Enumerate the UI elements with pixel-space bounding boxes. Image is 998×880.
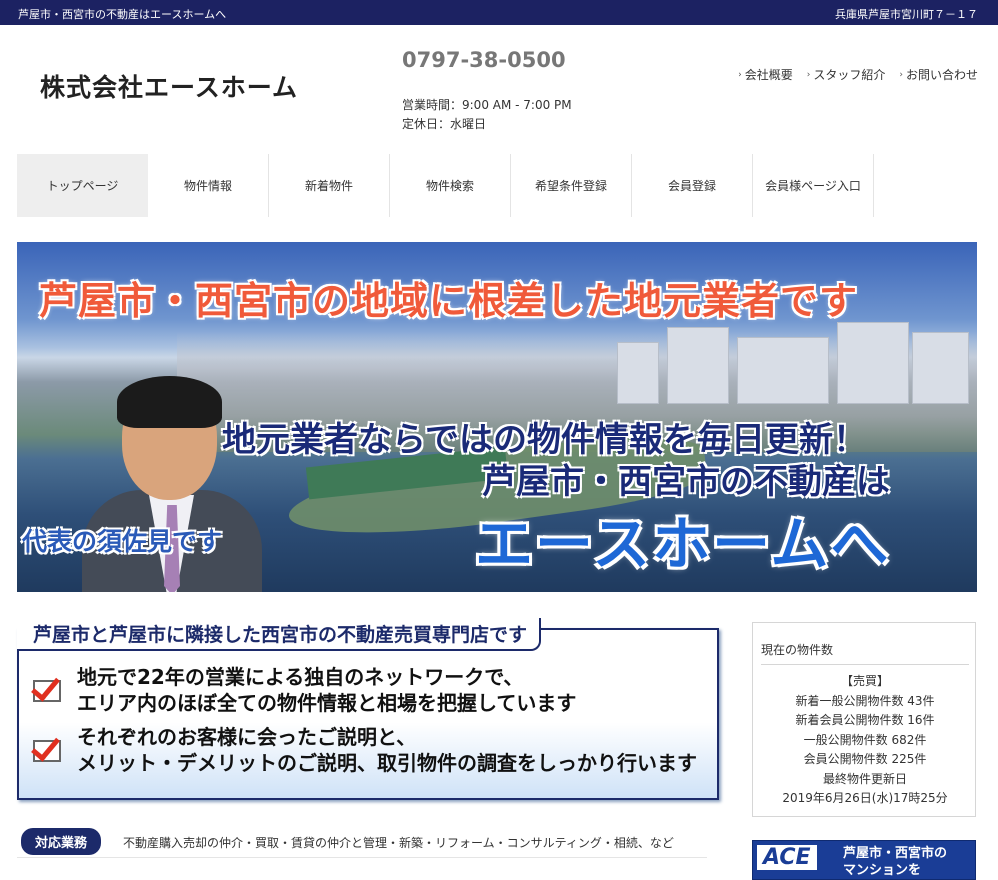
chevron-right-icon: › [899,69,903,80]
feature-item-line2: エリア内のほぼ全ての物件情報と相場を把握しています [77,691,577,715]
property-count-list: 【売買】 新着一般公開物件数 43件 新着会員公開物件数 16件 一般公開物件数… [753,672,977,809]
link-staff[interactable]: › スタッフ紹介 [807,66,886,83]
nav-wish-register[interactable]: 希望条件登録 [511,154,632,217]
link-contact[interactable]: › お問い合わせ [899,66,978,83]
feature-title: 芦屋市と芦屋市に隣接した西宮市の不動産売買専門店です [17,618,542,651]
building-shape [837,322,909,404]
nav-new-properties[interactable]: 新着物件 [269,154,390,217]
services-row: 対応業務 不動産購入売却の仲介・買取・賃貸の仲介と管理・新築・リフォーム・コンサ… [17,827,707,858]
nav-top[interactable]: トップページ [17,154,148,217]
representative-photo [57,310,262,592]
count-line: 【売買】 [840,674,889,688]
link-label: スタッフ紹介 [813,68,886,82]
property-count-title: 現在の物件数 [761,643,834,657]
site-tagline: 芦屋市・西宮市の不動産はエースホームへ [18,8,227,21]
feature-item-line2: メリット・デメリットのご説明、取引物件の調査をしっかり行います [77,751,697,775]
representative-caption: 代表の須佐見です [22,527,223,556]
banner-text: 芦屋市・西宮市の マンションを [843,846,948,878]
header-links: › 会社概要 › スタッフ紹介 › お問い合わせ [738,66,978,83]
hero-banner: 芦屋市・西宮市の地域に根差した地元業者です 地元業者ならではの物件情報を毎日更新… [17,242,977,592]
link-company-overview[interactable]: › 会社概要 [738,66,793,83]
nav-member-register[interactable]: 会員登録 [632,154,753,217]
count-line: 新着会員公開物件数 16件 [795,713,935,727]
hero-line-3: 芦屋市・西宮市の不動産は [482,462,890,502]
feature-item-line1: 地元で22年の営業による独自のネットワークで、 [77,665,524,689]
nav-search[interactable]: 物件検索 [390,154,511,217]
building-shape [617,342,659,404]
address: 兵庫県芦屋市宮川町７－１７ [835,8,978,21]
count-line: 新着一般公開物件数 43件 [795,693,935,708]
services-badge: 対応業務 [21,828,102,855]
divider [761,664,969,665]
ace-logo: ACE [757,845,817,870]
business-hours: 営業時間：9:00 AM - 7:00 PM 定休日：水曜日 [402,96,572,134]
services-description: 不動産購入売却の仲介・買取・賃貸の仲介と管理・新築・リフォーム・コンサルティング… [123,836,674,850]
building-shape [912,332,969,404]
nav-member-page[interactable]: 会員様ページ入口 [753,154,874,217]
link-label: 会社概要 [744,68,793,82]
checkmark-icon [33,740,61,762]
link-label: お問い合わせ [905,68,978,82]
count-line: 一般公開物件数 682件 [803,732,927,747]
checkmark-icon [33,680,61,702]
global-nav: トップページ 物件情報 新着物件 物件検索 希望条件登録 会員登録 会員様ページ… [17,154,910,217]
count-line: 最終物件更新日 [822,771,907,786]
building-shape [737,337,829,404]
hero-line-4: エースホームへ [475,510,891,578]
property-count-box: 現在の物件数 【売買】 新着一般公開物件数 43件 新着会員公開物件数 16件 … [752,622,976,817]
building-shape [667,327,729,404]
feature-item-line1: それぞれのお客様に会ったご説明と、 [77,725,417,749]
opening-hours: 営業時間：9:00 AM - 7:00 PM [402,98,572,112]
top-bar: 芦屋市・西宮市の不動産はエースホームへ 兵庫県芦屋市宮川町７－１７ [0,0,998,25]
hero-headline: 芦屋市・西宮市の地域に根差した地元業者です [39,279,859,323]
phone-number[interactable]: 0797-38-0500 [402,48,566,72]
regular-holiday: 定休日：水曜日 [402,117,487,131]
company-logo[interactable]: 株式会社エースホーム [40,68,298,104]
mansion-banner[interactable]: ACE 芦屋市・西宮市の マンションを [752,840,976,880]
count-line: 2019年6月26日(水)17時25分 [782,791,948,805]
nav-properties[interactable]: 物件情報 [148,154,269,217]
feature-box: 芦屋市と芦屋市に隣接した西宮市の不動産売買専門店です 地元で22年の営業による独… [17,618,719,800]
count-line: 会員公開物件数 225件 [803,752,927,766]
chevron-right-icon: › [738,69,742,80]
chevron-right-icon: › [806,69,811,80]
